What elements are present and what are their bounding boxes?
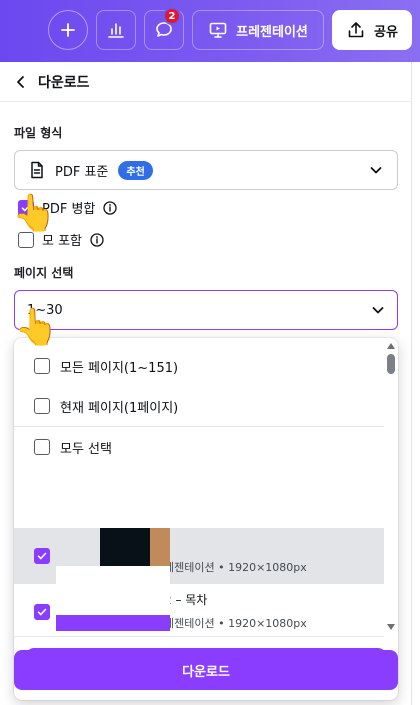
scroll-up-arrow-icon[interactable] xyxy=(387,343,395,349)
check-icon xyxy=(37,552,47,560)
file-type-value: PDF 표준 xyxy=(55,164,109,180)
select-all-label: 모두 선택 xyxy=(60,441,112,457)
hand-cursor-icon: 👆 xyxy=(14,307,59,348)
select-all-checkbox[interactable] xyxy=(34,439,50,455)
present-label: 프레젠테이션 xyxy=(236,24,308,40)
comment-count-badge: 2 xyxy=(163,7,181,25)
download-button[interactable]: 다운로드 xyxy=(14,650,398,690)
back-chevron-icon[interactable] xyxy=(14,75,28,89)
toolbar-left-area xyxy=(0,0,40,62)
all-pages-checkbox[interactable] xyxy=(34,358,50,374)
file-type-label: 파일 형식 xyxy=(14,126,63,140)
check-icon xyxy=(37,608,47,616)
panel-title: 다운로드 xyxy=(38,74,90,91)
current-page-option[interactable]: 현재 페이지(1페이지) xyxy=(14,386,384,426)
comments-button[interactable]: 2 xyxy=(144,7,184,50)
plus-icon xyxy=(61,23,75,37)
page-1-checkbox[interactable] xyxy=(34,548,50,564)
scroll-down-arrow-icon[interactable] xyxy=(387,624,395,630)
select-all-option[interactable]: 모두 선택 xyxy=(14,427,384,467)
add-button[interactable] xyxy=(48,10,88,50)
all-pages-option[interactable]: 모든 페이지(1~151) xyxy=(14,346,384,386)
chevron-down-icon xyxy=(370,167,382,174)
recommended-badge: 추천 xyxy=(118,160,153,180)
redaction-bar xyxy=(56,615,170,631)
share-button[interactable]: 공유 xyxy=(332,10,412,50)
info-icon[interactable] xyxy=(103,200,118,215)
bar-chart-icon xyxy=(108,23,124,38)
upload-icon xyxy=(348,22,364,38)
page-1-meta: 레젠테이션 • 1920×1080px xyxy=(164,561,307,574)
document-icon xyxy=(31,161,43,179)
page-range-input[interactable]: 1~30 xyxy=(14,290,398,330)
current-page-label: 현재 페이지(1페이지) xyxy=(60,400,179,416)
download-panel: 다운로드 파일 형식 PDF 표준 추천 PDF 병합 모 포함 페이지 선택 … xyxy=(0,62,412,705)
info-icon[interactable] xyxy=(90,232,104,247)
redaction-block xyxy=(56,566,170,618)
dropdown-scrollbar[interactable] xyxy=(384,338,398,630)
scroll-thumb[interactable] xyxy=(387,354,395,374)
panel-header: 다운로드 xyxy=(0,62,412,102)
insights-button[interactable] xyxy=(96,10,136,50)
presentation-icon xyxy=(209,22,227,38)
page-select-dropdown: 모든 페이지(1~151) 현재 페이지(1페이지) 모두 선택 l 레젠테이션… xyxy=(14,338,398,700)
page-2-name: 2 – 목차 xyxy=(164,593,208,607)
page-select-label: 페이지 선택 xyxy=(14,266,74,280)
page-2-checkbox[interactable] xyxy=(34,604,50,620)
page-1-thumbnail xyxy=(100,528,150,568)
page-2-meta: 레젠테이션 • 1920×1080px xyxy=(164,617,307,630)
top-toolbar: 2 프레젠테이션 공유 xyxy=(0,0,420,62)
present-button[interactable]: 프레젠테이션 xyxy=(192,10,324,50)
divider xyxy=(14,636,384,637)
current-page-checkbox[interactable] xyxy=(34,398,50,414)
chevron-down-icon xyxy=(372,307,384,314)
share-label: 공유 xyxy=(374,24,398,40)
page-1-thumbnail-accent xyxy=(150,528,170,568)
file-type-select[interactable]: PDF 표준 추천 xyxy=(14,150,398,190)
hand-cursor-icon: 👆 xyxy=(12,193,57,234)
all-pages-label: 모든 페이지(1~151) xyxy=(60,360,179,376)
